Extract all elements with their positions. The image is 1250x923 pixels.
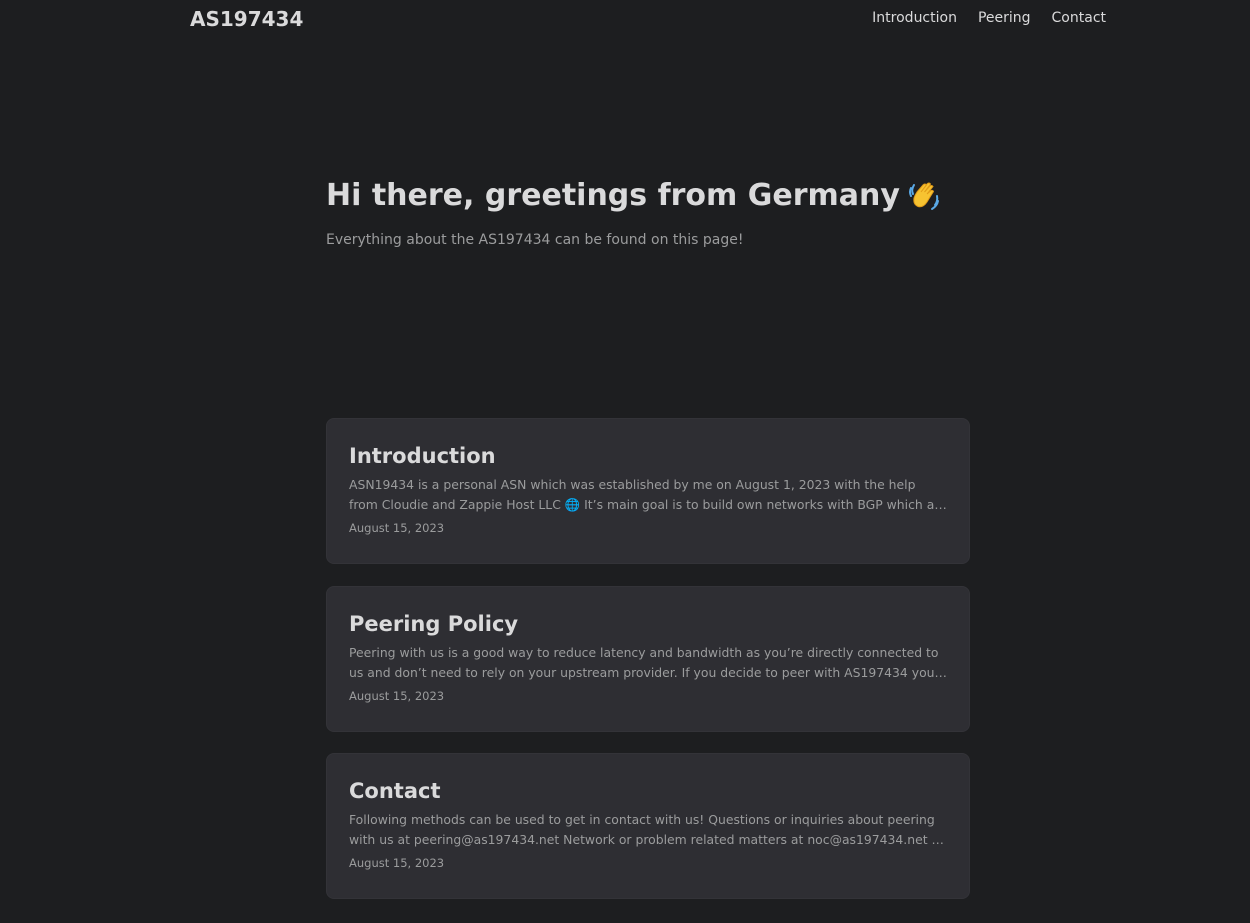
hero-title-text: Hi there, greetings from Germany: [326, 178, 900, 213]
post-title[interactable]: Contact: [349, 776, 947, 806]
post-summary: Peering with us is a good way to reduce …: [349, 645, 939, 680]
post-title[interactable]: Peering Policy: [349, 609, 947, 639]
hero-title: Hi there, greetings from Germany: [326, 178, 970, 213]
site-header: AS197434 Introduction Peering Contact: [0, 0, 1250, 40]
post-card-contact[interactable]: Contact Following methods can be used to…: [326, 753, 970, 899]
site-logo[interactable]: AS197434: [190, 7, 303, 31]
nav-link-contact[interactable]: Contact: [1052, 10, 1106, 26]
hero-section: Hi there, greetings from Germany Everyth…: [326, 178, 970, 248]
post-title[interactable]: Introduction: [349, 441, 947, 471]
post-date: August 15, 2023: [349, 856, 445, 870]
waving-hand-icon: [908, 179, 940, 213]
post-summary: Following methods can be used to get in …: [349, 812, 947, 847]
main-nav: Introduction Peering Contact: [872, 10, 1106, 26]
nav-link-introduction[interactable]: Introduction: [872, 10, 957, 26]
nav-link-peering[interactable]: Peering: [978, 10, 1031, 26]
post-card-peering-policy[interactable]: Peering Policy Peering with us is a good…: [326, 586, 970, 732]
post-date: August 15, 2023: [349, 521, 445, 535]
post-date: August 15, 2023: [349, 689, 445, 703]
post-summary: ASN19434 is a personal ASN which was est…: [349, 477, 947, 512]
hero-subtitle: Everything about the AS197434 can be fou…: [326, 232, 744, 248]
post-card-introduction[interactable]: Introduction ASN19434 is a personal ASN …: [326, 418, 970, 564]
